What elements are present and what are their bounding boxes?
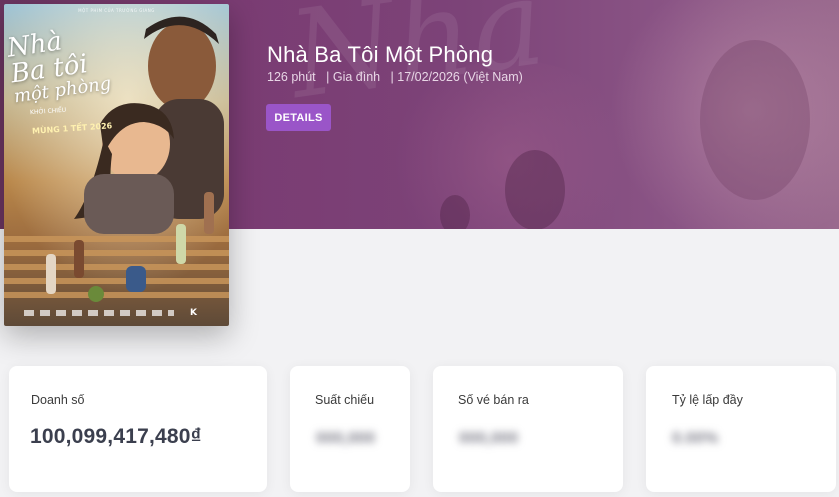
poster-credits: MỘT PHIM CỦA TRƯỜNG GIANG [78,8,155,13]
meta-separator: | [383,70,394,84]
meta-separator: | [319,70,330,84]
details-button[interactable]: DETAILS [266,104,331,131]
banner-backdrop-figure [700,40,810,200]
movie-release-date: 17/02/2026 (Việt Nam) [397,70,523,84]
stat-value: 100,099,417,480₫ [30,425,202,448]
movie-genre: Gia đình [332,70,381,84]
banner-backdrop-figure [505,150,565,229]
poster-studio-logo: K [190,308,197,318]
movie-meta: 126 phút | Gia đình | 17/02/2026 (Việt N… [267,70,523,84]
movie-title: Nhà Ba Tôi Một Phòng [267,42,494,67]
poster-title: Nhà Ba tôi một phòng [5,21,125,107]
stat-value-hidden: 000,000 [459,430,519,447]
movie-detail-page: Nhà Nhà Ba Tôi Một Phòng 126 phút | Gia … [0,0,839,497]
banner-backdrop-figure [440,195,470,229]
stat-card-showtimes: Suất chiếu 000,000 [290,366,410,492]
stat-value-hidden: 0.00% [672,430,719,447]
stat-label: Doanh số [31,393,85,407]
stat-card-revenue: Doanh số 100,099,417,480₫ [9,366,267,492]
stat-value-hidden: 000,000 [316,430,376,447]
movie-poster: MỘT PHIM CỦA TRƯỜNG GIANG Nhà Ba tôi một… [4,4,229,326]
poster-sponsor-logos [24,310,174,316]
stat-label: Số vé bán ra [458,393,529,407]
stat-label: Suất chiếu [315,393,375,407]
stat-card-tickets-sold: Số vé bán ra 000,000 [433,366,623,492]
movie-duration: 126 phút [267,70,316,84]
stat-card-occupancy: Tỷ lệ lấp đầy 0.00% [646,366,836,492]
stat-label: Tỷ lệ lấp đầy [672,393,743,407]
